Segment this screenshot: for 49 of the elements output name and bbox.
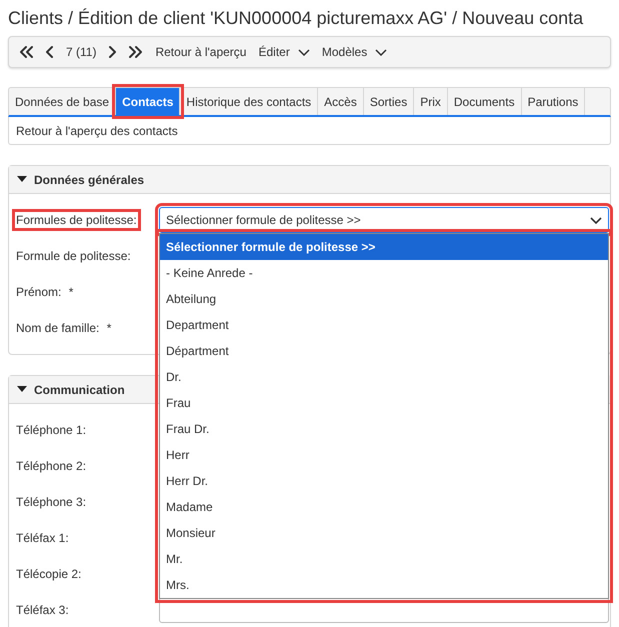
tab[interactable]: Accès — [318, 88, 364, 115]
dropdown-option[interactable]: Sélectionner formule de politesse >> — [160, 234, 608, 260]
tab[interactable]: Documents — [448, 88, 522, 115]
toolbar-menu[interactable]: Éditer — [258, 43, 310, 61]
dropdown-option[interactable]: Mrs. — [160, 572, 608, 598]
field-label: Prénom: — [16, 285, 62, 299]
field-label: Formule de politesse: — [16, 249, 131, 263]
required-marker: * — [68, 285, 74, 299]
last-page-icon[interactable] — [128, 45, 144, 59]
dropdown-option[interactable]: Mr. — [160, 546, 608, 572]
section-title: Données générales — [34, 172, 144, 188]
page-title: Clients / Édition de client 'KUN000004 picturemaxx AG' / Nouveau conta — [8, 7, 584, 30]
tab[interactable]: Historique des contacts — [180, 88, 318, 115]
dropdown-option[interactable]: Department — [160, 312, 608, 338]
dropdown-option[interactable]: Départment — [160, 338, 608, 364]
dropdown-option[interactable]: Dr. — [160, 364, 608, 390]
field-label: Téléfax 1: — [16, 531, 69, 545]
chevron-down-icon — [298, 48, 310, 56]
chevron-down-icon — [590, 216, 602, 224]
field-label: Téléphone 1: — [16, 423, 86, 437]
field-label: Téléfax 3: — [16, 603, 69, 617]
tab[interactable]: Parutions — [522, 88, 586, 115]
dropdown-option[interactable]: Frau Dr. — [160, 416, 608, 442]
chevron-down-icon — [375, 48, 388, 56]
section-title: Communication — [34, 382, 125, 398]
next-icon[interactable] — [108, 45, 116, 59]
toolbar-menu[interactable]: Modèles — [322, 43, 388, 61]
field-label: Téléphone 2: — [16, 459, 86, 473]
dropdown-option[interactable]: Herr — [160, 442, 608, 468]
toolbar-link[interactable]: Retour à l'aperçu — [155, 43, 246, 61]
record-counter: 7 (11) — [66, 44, 96, 61]
dropdown-option[interactable]: Monsieur — [160, 520, 608, 546]
tab[interactable]: Prix — [414, 88, 448, 115]
tab[interactable]: Sorties — [364, 88, 414, 115]
first-page-icon[interactable] — [19, 45, 34, 59]
dropdown-option[interactable]: Abteilung — [160, 286, 608, 312]
dropdown-option[interactable]: Herr Dr. — [160, 468, 608, 494]
triangle-down-icon — [17, 174, 27, 184]
dropdown-option[interactable]: - Keine Anrede - — [160, 260, 608, 286]
dropdown-option[interactable]: Madame — [160, 494, 608, 520]
dropdown-option[interactable]: Frau — [160, 390, 608, 416]
back-to-contacts-link[interactable]: Retour à l'aperçu des contacts — [16, 124, 178, 138]
previous-icon[interactable] — [46, 45, 54, 59]
section-header[interactable]: Données générales — [9, 166, 610, 194]
field-label: Téléphone 3: — [16, 495, 86, 509]
required-marker: * — [106, 321, 112, 335]
field-label: Nom de famille: — [16, 321, 100, 335]
field-label: Télécopie 2: — [16, 567, 82, 581]
triangle-down-icon — [17, 384, 27, 394]
